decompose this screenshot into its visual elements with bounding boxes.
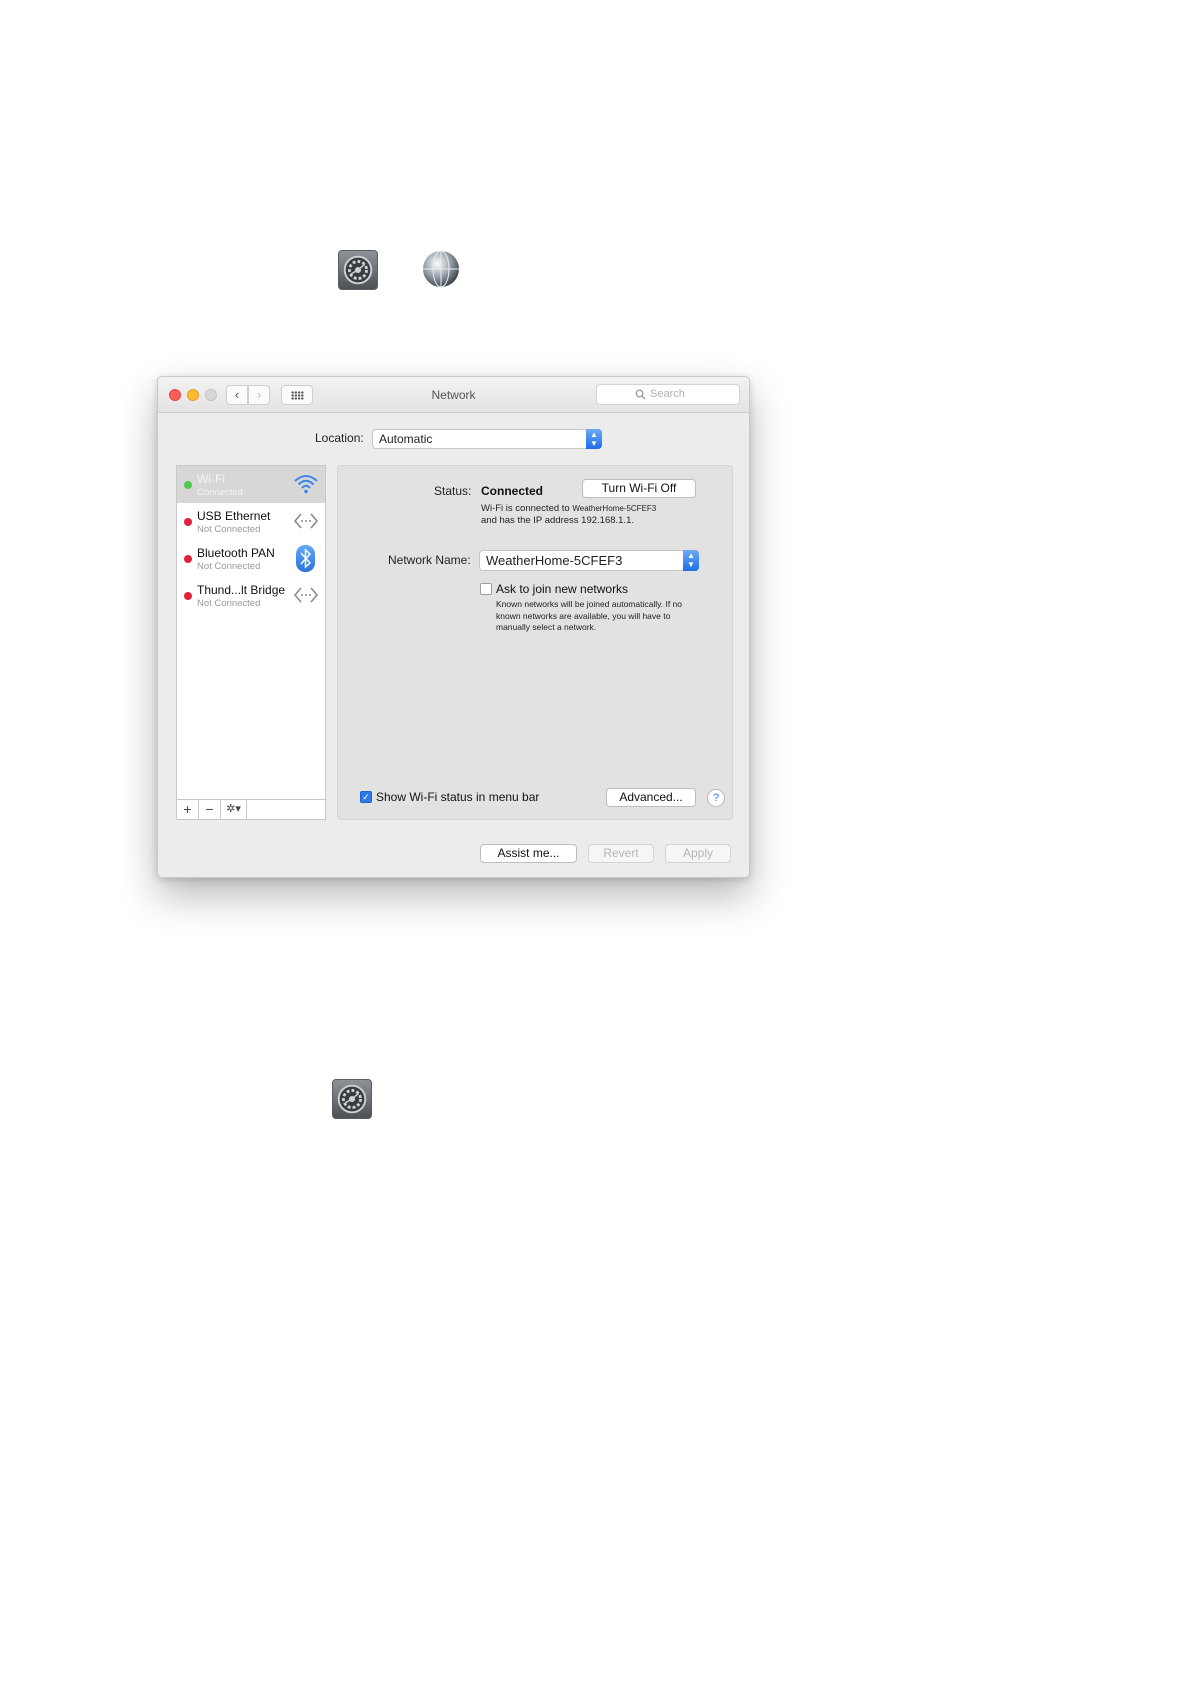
turn-wifi-off-button[interactable]: Turn Wi-Fi Off xyxy=(582,479,696,498)
minimize-window-button[interactable] xyxy=(187,389,199,401)
network-name-value: WeatherHome-5CFEF3 xyxy=(486,553,623,568)
title-bar: ‹ › Network Search xyxy=(158,377,749,413)
grid-icon xyxy=(291,391,304,400)
status-desc-network: WeatherHome-5CFEF3 xyxy=(572,504,657,513)
service-list-toolbar: + − ✲▾ xyxy=(177,799,325,819)
status-dot xyxy=(184,518,192,526)
search-placeholder: Search xyxy=(650,388,685,400)
status-dot xyxy=(184,555,192,563)
service-name: Thund...lt Bridge xyxy=(197,583,286,597)
show-wifi-status-checkbox[interactable]: ✓ xyxy=(360,791,372,803)
popup-arrows-icon: ▲ ▼ xyxy=(586,429,602,449)
service-detail-pane: Status: Connected Turn Wi-Fi Off Wi-Fi i… xyxy=(337,465,733,820)
network-globe-icon xyxy=(421,249,461,289)
zoom-window-button[interactable] xyxy=(205,389,217,401)
status-dot xyxy=(184,481,192,489)
network-name-label: Network Name: xyxy=(388,553,471,567)
location-popup[interactable]: Automatic ▲ ▼ xyxy=(372,429,602,449)
add-service-button[interactable]: + xyxy=(177,800,199,819)
service-item-thunderbolt-bridge[interactable]: Thund...lt Bridge Not Connected xyxy=(177,577,325,614)
revert-button[interactable]: Revert xyxy=(588,844,654,863)
service-item-wifi[interactable]: Wi-Fi Connected xyxy=(177,466,325,503)
close-window-button[interactable] xyxy=(169,389,181,401)
service-name: USB Ethernet xyxy=(197,509,271,523)
status-value: Connected xyxy=(481,484,544,498)
service-status: Not Connected xyxy=(197,524,261,535)
help-button[interactable]: ? xyxy=(707,789,725,807)
assist-me-button[interactable]: Assist me... xyxy=(480,844,577,863)
search-field[interactable]: Search xyxy=(596,384,740,405)
status-dot xyxy=(184,592,192,600)
show-wifi-status-label: Show Wi-Fi status in menu bar xyxy=(376,790,540,804)
status-desc-prefix: Wi-Fi is connected to xyxy=(481,503,570,514)
network-preferences-window: ‹ › Network Search Location: Automatic ▲… xyxy=(157,376,750,878)
ethernet-arrows-icon xyxy=(293,513,319,529)
status-label: Status: xyxy=(434,484,472,498)
status-desc-suffix: and has the IP address 192.168.1.1. xyxy=(481,515,634,526)
ask-to-join-description: Known networks will be joined automatica… xyxy=(496,599,682,632)
service-name: Bluetooth PAN xyxy=(197,546,275,560)
wifi-icon xyxy=(294,475,318,494)
location-label: Location: xyxy=(315,431,364,445)
action-gear-menu-button[interactable]: ✲▾ xyxy=(221,800,247,819)
status-description: Wi-Fi is connected to WeatherHome-5CFEF3… xyxy=(481,503,701,527)
service-item-bluetooth-pan[interactable]: Bluetooth PAN Not Connected xyxy=(177,540,325,577)
popup-arrows-icon: ▲ ▼ xyxy=(683,550,699,571)
back-button[interactable]: ‹ xyxy=(226,385,248,405)
advanced-button[interactable]: Advanced... xyxy=(606,788,696,807)
location-value: Automatic xyxy=(379,432,433,446)
remove-service-button[interactable]: − xyxy=(199,800,221,819)
service-name: Wi-Fi xyxy=(197,472,225,486)
network-name-popup[interactable]: WeatherHome-5CFEF3 ▲ ▼ xyxy=(479,550,699,571)
service-list: Wi-Fi Connected USB Ethernet Not Connect… xyxy=(176,465,326,820)
system-preferences-icon xyxy=(332,1079,372,1119)
search-icon xyxy=(635,389,646,400)
service-status: Not Connected xyxy=(197,598,261,609)
service-status: Connected xyxy=(197,487,243,498)
ask-to-join-label: Ask to join new networks xyxy=(496,582,629,596)
service-status: Not Connected xyxy=(197,561,261,572)
forward-button[interactable]: › xyxy=(248,385,270,405)
ask-to-join-checkbox[interactable] xyxy=(480,583,492,595)
bluetooth-icon xyxy=(296,545,315,572)
system-preferences-icon xyxy=(338,250,378,290)
show-all-button[interactable] xyxy=(281,385,313,405)
service-item-usb-ethernet[interactable]: USB Ethernet Not Connected xyxy=(177,503,325,540)
ethernet-arrows-icon xyxy=(293,587,319,603)
apply-button[interactable]: Apply xyxy=(665,844,731,863)
